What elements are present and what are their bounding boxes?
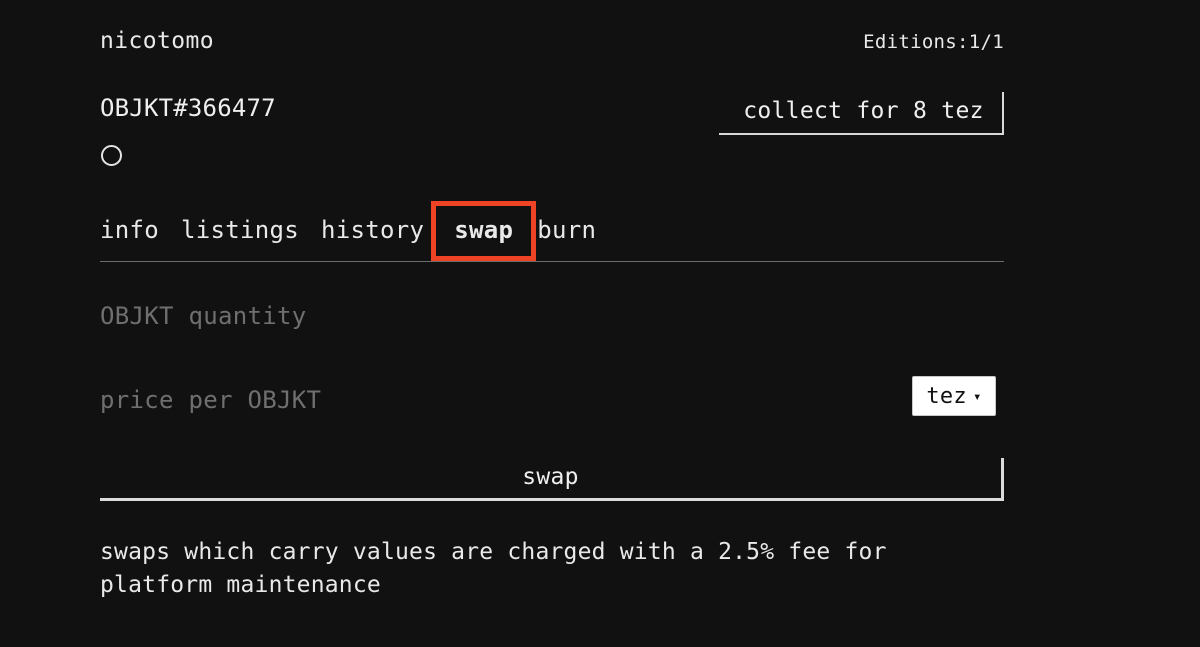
tab-info[interactable]: info	[100, 212, 159, 250]
objkt-id-label[interactable]: OBJKT#366477	[100, 94, 276, 122]
objkt-quantity-input[interactable]	[100, 300, 1004, 332]
tab-history[interactable]: history	[321, 212, 424, 250]
price-per-objkt-input[interactable]	[100, 384, 1004, 416]
currency-select[interactable]: tez ▾	[912, 376, 996, 416]
editions-count: Editions:1/1	[863, 31, 1004, 53]
currency-select-value: tez	[926, 383, 967, 409]
fee-note: swaps which carry values are charged wit…	[100, 539, 887, 598]
tab-divider	[100, 261, 1004, 262]
token-row: OBJKT#366477 collect for 8 tez	[100, 92, 1004, 138]
swap-submit-button[interactable]: swap	[100, 458, 1004, 501]
quantity-field-row	[100, 300, 1004, 332]
loading-ring-icon	[101, 145, 122, 166]
price-field-row: tez ▾	[100, 376, 1004, 416]
tab-listings[interactable]: listings	[181, 212, 299, 250]
header: nicotomo Editions:1/1	[100, 28, 1004, 54]
tab-bar: info listings history swap burn	[100, 201, 1004, 261]
collect-button[interactable]: collect for 8 tez	[719, 92, 1004, 136]
tab-swap[interactable]: swap	[431, 201, 537, 261]
creator-name[interactable]: nicotomo	[100, 28, 214, 54]
chevron-down-icon: ▾	[972, 389, 982, 405]
objkt-swap-page: nicotomo Editions:1/1 OBJKT#366477 colle…	[0, 0, 1200, 647]
tab-burn[interactable]: burn	[537, 212, 596, 250]
